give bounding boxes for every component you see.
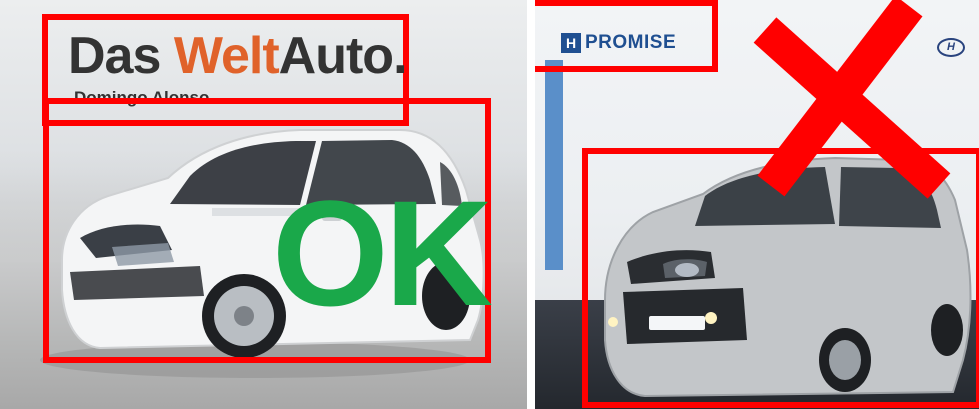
logo-welt-text: Welt (173, 27, 280, 85)
logo-das-text: Das (68, 27, 174, 85)
logo-auto-text: Auto. (278, 27, 408, 85)
left-panel-accepted: Das WeltAuto. Domingo Alonso OK (0, 0, 527, 409)
right-panel-rejected: H PROMISE H (535, 0, 979, 409)
reject-x-icon (753, 0, 951, 199)
ok-verdict-label: OK (272, 169, 493, 337)
weltauto-logo: Das WeltAuto. (68, 27, 408, 85)
